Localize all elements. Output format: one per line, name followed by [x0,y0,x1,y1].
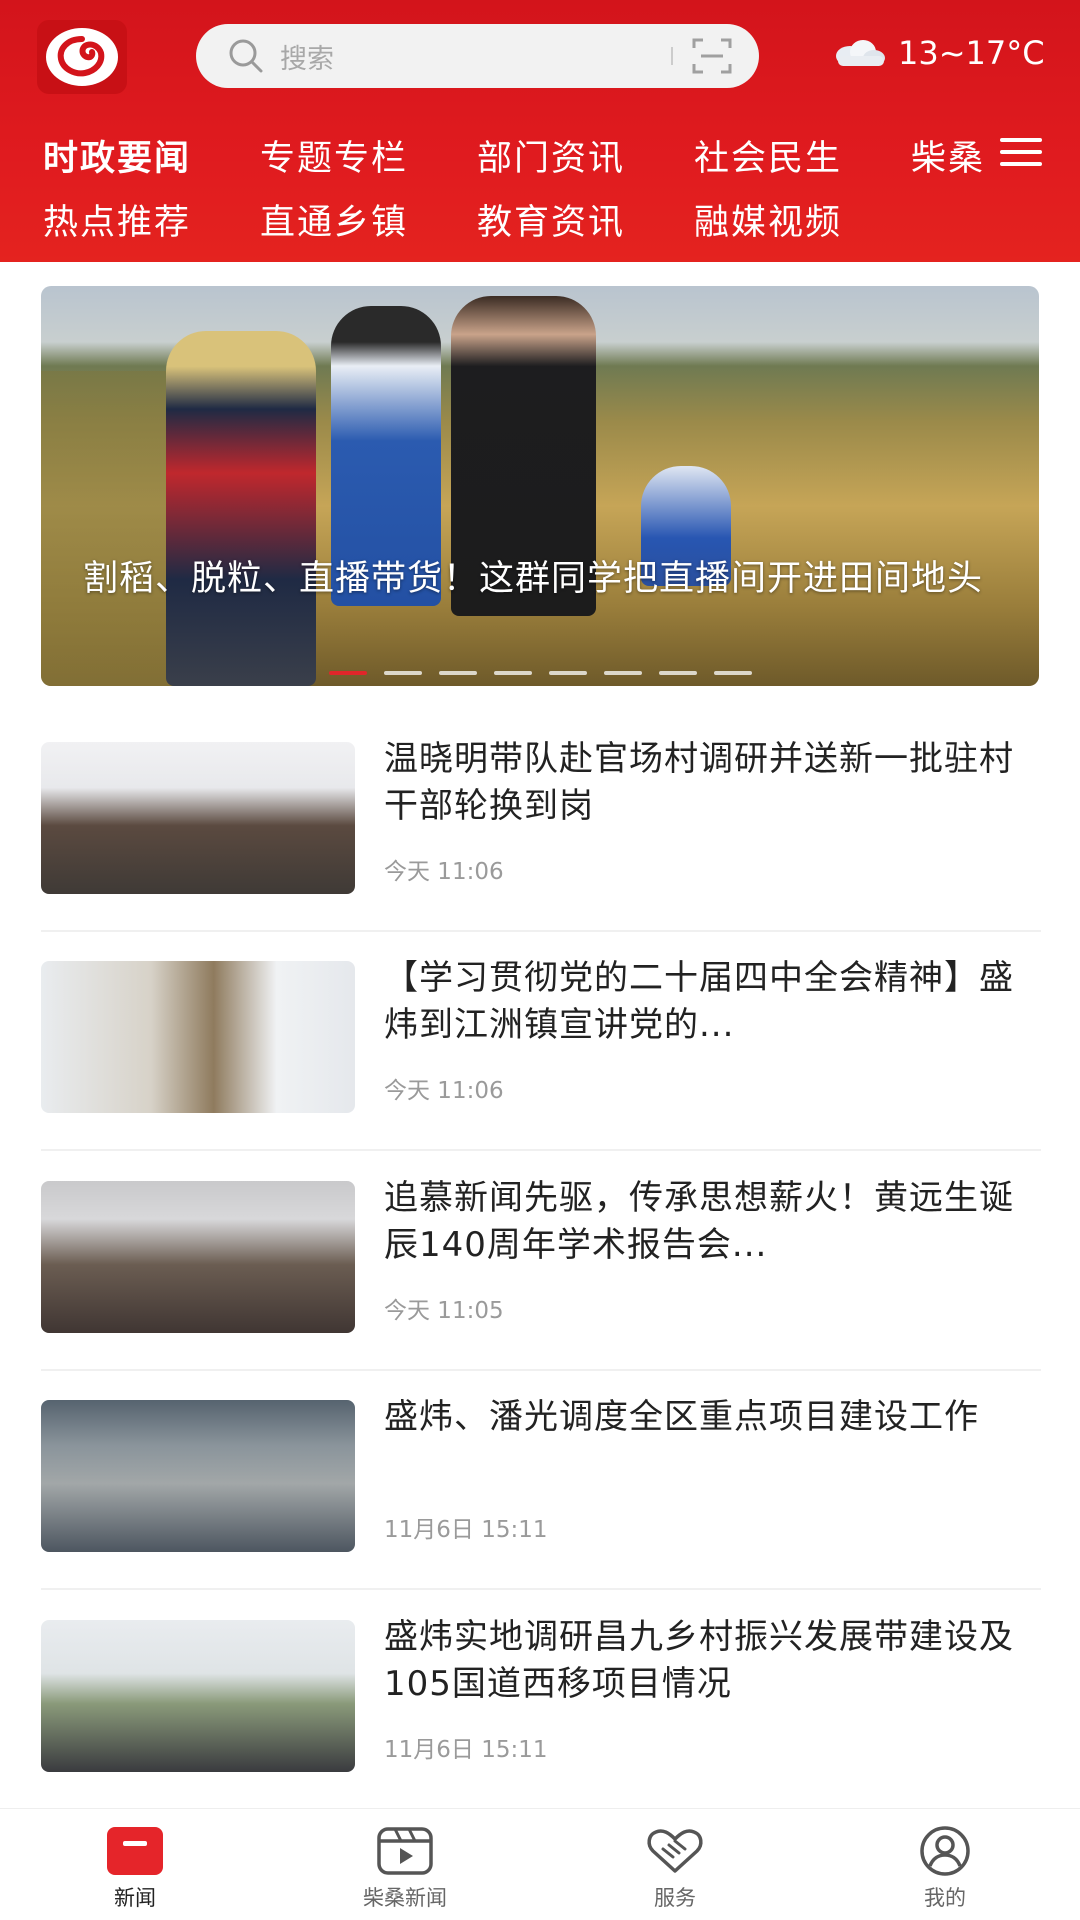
news-thumbnail [41,742,355,894]
divider [41,1369,1041,1371]
divider [41,1588,1041,1590]
handshake-icon [647,1829,703,1873]
banner-carousel[interactable]: 割稻、脱粒、直播带货！这群同学把直播间开进田间地头 [41,286,1039,686]
nav-item-rongmei[interactable]: 融媒视频 [694,194,842,245]
news-title: 温晓明带队赴官场村调研并送新一批驻村干部轮换到岗 [384,739,1014,826]
app-header: 搜索 13~17°C 时政要闻 专题专栏 部门资讯 社会民生 柴桑 热点推荐 直… [0,0,1080,262]
carousel-dot[interactable] [549,671,587,675]
app-logo[interactable] [37,20,127,94]
tab-label: 我的 [924,1886,966,1910]
nav-item-chaisang[interactable]: 柴桑 [911,130,985,181]
news-thumbnail [41,961,355,1113]
search-divider [671,47,673,65]
cloud-icon [836,40,885,66]
temperature-text: 13~17°C [898,34,1045,72]
bottom-tab-bar: 新闻 柴桑新闻 服务 我的 [0,1808,1080,1920]
tab-label: 柴桑新闻 [363,1886,447,1910]
search-bar[interactable]: 搜索 [196,24,759,88]
tab-label: 新闻 [114,1886,156,1910]
carousel-dot[interactable] [439,671,477,675]
weather-widget[interactable]: 13~17°C [830,34,1045,72]
nav-item-redian[interactable]: 热点推荐 [43,194,191,245]
nav-item-jiaoyu[interactable]: 教育资讯 [477,194,625,245]
news-time: 今天 11:06 [384,859,504,885]
news-item[interactable]: 追慕新闻先驱，传承思想薪火！黄远生诞辰140周年学术报告会... 今天 11:0… [41,1171,1041,1390]
divider [41,1149,1041,1151]
tab-service[interactable]: 服务 [540,1809,810,1920]
carousel-indicator [329,671,752,675]
search-icon [229,39,263,73]
nav-item-bumen[interactable]: 部门资讯 [477,130,625,181]
news-thumbnail [41,1620,355,1772]
carousel-dot[interactable] [494,671,532,675]
menu-icon[interactable] [1000,137,1042,167]
news-item[interactable]: 盛炜、潘光调度全区重点项目建设工作 11月6日 15:11 [41,1390,1041,1609]
video-icon [377,1827,433,1875]
nav-item-zhuanti[interactable]: 专题专栏 [260,130,408,181]
scan-icon[interactable] [691,36,733,76]
carousel-dot[interactable] [384,671,422,675]
news-item[interactable]: 温晓明带队赴官场村调研并送新一批驻村干部轮换到岗 今天 11:06 [41,732,1041,951]
carousel-dot[interactable] [659,671,697,675]
tab-chaisang-news[interactable]: 柴桑新闻 [270,1809,540,1920]
news-thumbnail [41,1181,355,1333]
news-title: 盛炜实地调研昌九乡村振兴发展带建设及105国道西移项目情况 [384,1617,1014,1704]
tab-news[interactable]: 新闻 [0,1809,270,1920]
tab-label: 服务 [654,1886,696,1910]
news-time: 11月6日 15:11 [384,1517,548,1543]
user-icon [920,1826,970,1876]
news-title: 【学习贯彻党的二十届四中全会精神】盛炜到江洲镇宣讲党的... [384,958,1014,1045]
nav-item-zhitong[interactable]: 直通乡镇 [260,194,408,245]
carousel-dot[interactable] [604,671,642,675]
news-title: 追慕新闻先驱，传承思想薪火！黄远生诞辰140周年学术报告会... [384,1178,1014,1265]
news-item[interactable]: 盛炜实地调研昌九乡村振兴发展带建设及105国道西移项目情况 11月6日 15:1… [41,1610,1041,1829]
divider [41,930,1041,932]
nav-item-shehui[interactable]: 社会民生 [694,130,842,181]
news-item[interactable]: 【学习贯彻党的二十届四中全会精神】盛炜到江洲镇宣讲党的... 今天 11:06 [41,951,1041,1170]
nav-item-shizheng[interactable]: 时政要闻 [43,130,191,181]
news-icon [107,1827,163,1875]
banner-title: 割稻、脱粒、直播带货！这群同学把直播间开进田间地头 [83,559,984,599]
news-thumbnail [41,1400,355,1552]
news-title: 盛炜、潘光调度全区重点项目建设工作 [384,1397,979,1437]
news-time: 今天 11:06 [384,1078,504,1104]
banner-figure [166,331,316,686]
carousel-dot[interactable] [714,671,752,675]
search-placeholder: 搜索 [280,43,334,75]
news-time: 今天 11:05 [384,1298,504,1324]
news-time: 11月6日 15:11 [384,1737,548,1763]
logo-icon [46,28,118,86]
carousel-dot[interactable] [329,671,367,675]
tab-mine[interactable]: 我的 [810,1809,1080,1920]
